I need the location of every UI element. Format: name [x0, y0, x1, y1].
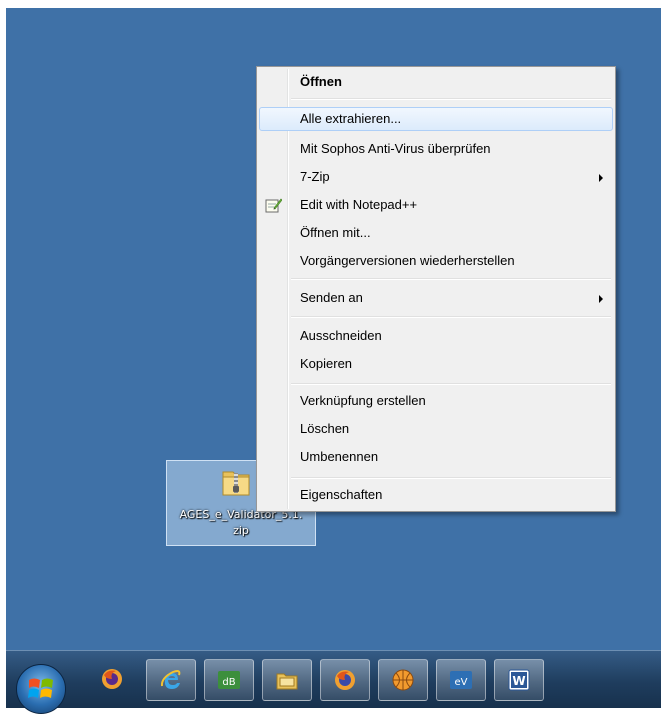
menu-item-cut[interactable]: Ausschneiden [259, 324, 613, 348]
firefox-icon [102, 669, 122, 689]
zip-folder-icon [222, 471, 250, 496]
taskbar: dB eV W [6, 650, 661, 714]
menu-item-create-shortcut[interactable]: Verknüpfung erstellen [259, 389, 613, 413]
ev-app-icon: eV [450, 671, 472, 689]
internet-explorer-icon [160, 670, 181, 689]
menu-item-rename[interactable]: Umbenennen [259, 445, 613, 469]
microsoft-word-icon: W [508, 669, 530, 691]
basketball-app-icon [392, 669, 414, 691]
menu-separator [291, 383, 611, 385]
desktop[interactable]: AGES_e_Validator_5.1. zip Öffnen Alle ex… [6, 8, 661, 650]
menu-item-extract-all[interactable]: Alle extrahieren... [259, 107, 613, 131]
submenu-arrow-icon [599, 295, 603, 303]
menu-item-delete[interactable]: Löschen [259, 417, 613, 441]
taskbar-dbase[interactable]: dB [204, 659, 254, 701]
menu-separator [291, 477, 611, 479]
notepad-plus-plus-icon [265, 198, 282, 213]
menu-item-copy[interactable]: Kopieren [259, 352, 613, 376]
menu-separator [291, 278, 611, 280]
taskbar-internet-explorer[interactable] [146, 659, 196, 701]
taskbar-firefox[interactable] [88, 659, 136, 699]
menu-item-sophos-scan[interactable]: Mit Sophos Anti-Virus überprüfen [259, 137, 613, 161]
svg-text:W: W [512, 674, 525, 688]
submenu-arrow-icon [599, 174, 603, 182]
taskbar-windows-explorer[interactable] [262, 659, 312, 701]
file-extension-label: zip [233, 524, 249, 537]
firefox-icon [335, 670, 355, 690]
taskbar-microsoft-word[interactable]: W [494, 659, 544, 701]
taskbar-firefox-pinned[interactable] [320, 659, 370, 701]
svg-text:dB: dB [222, 677, 235, 688]
menu-item-open-with[interactable]: Öffnen mit... [259, 221, 613, 245]
menu-item-edit-notepad[interactable]: Edit with Notepad++ [259, 193, 613, 217]
windows-explorer-icon [276, 673, 298, 690]
menu-separator [291, 98, 611, 100]
menu-item-properties[interactable]: Eigenschaften [259, 483, 613, 507]
taskbar-ev-app[interactable]: eV [436, 659, 486, 701]
menu-separator [291, 316, 611, 318]
menu-item-send-to[interactable]: Senden an [259, 286, 613, 310]
menu-item-open[interactable]: Öffnen [259, 70, 613, 94]
svg-text:eV: eV [455, 677, 468, 688]
context-menu: Öffnen Alle extrahieren... Mit Sophos An… [256, 66, 616, 512]
menu-item-restore-previous-versions[interactable]: Vorgängerversionen wiederherstellen [259, 249, 613, 273]
dbase-icon: dB [218, 671, 240, 689]
taskbar-basketball-app[interactable] [378, 659, 428, 701]
menu-item-7zip[interactable]: 7-Zip [259, 165, 613, 189]
